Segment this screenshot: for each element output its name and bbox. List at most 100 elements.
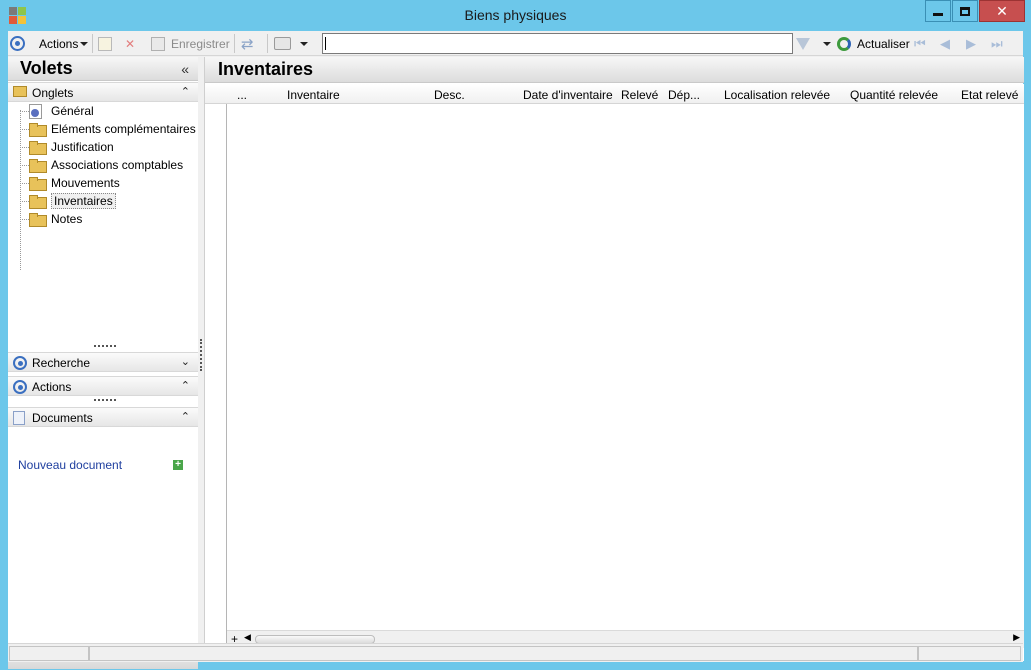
chevron-up-double-icon: ⌃: [180, 86, 190, 98]
column-header[interactable]: Relevé: [621, 88, 658, 102]
title-bar[interactable]: Biens physiques ✕: [0, 0, 1031, 31]
section-resize-grip[interactable]: [94, 399, 116, 401]
first-record-icon: ⏮: [914, 35, 926, 51]
grid-header-row: ... Inventaire Desc. Date d'inventaire R…: [205, 84, 1024, 104]
tabs-section-header[interactable]: Onglets ⌃: [8, 82, 198, 102]
printer-icon: [274, 37, 291, 50]
panels-pane: Volets « Onglets ⌃ Général Eléments comp…: [8, 57, 198, 669]
toolbar: Actions ✕ Enregistrer ⇄ Actualiser ⏮ ◀ ▶…: [8, 31, 1023, 56]
target-ring-icon: [13, 380, 27, 394]
tree-item-label: Général: [51, 104, 94, 118]
status-cell: [918, 646, 1021, 661]
collapse-pane-button[interactable]: «: [181, 61, 189, 77]
actions-section-label: Actions: [32, 380, 72, 394]
panels-header: Volets «: [8, 57, 198, 81]
column-header[interactable]: Quantité relevée: [850, 88, 938, 102]
print-button[interactable]: [274, 34, 308, 53]
minimize-button[interactable]: [925, 0, 951, 22]
folder-open-icon: [29, 195, 47, 209]
column-header[interactable]: Desc.: [434, 88, 465, 102]
tree-item-mouvements[interactable]: Mouvements: [29, 174, 120, 192]
sync-button[interactable]: ⇄: [241, 34, 254, 53]
maximize-button[interactable]: [952, 0, 978, 22]
previous-record-button[interactable]: ◀: [940, 34, 950, 53]
save-label: Enregistrer: [171, 36, 230, 51]
documents-section-header[interactable]: Documents ⌃: [8, 407, 198, 427]
column-header[interactable]: ...: [237, 88, 247, 102]
filter-icon: [796, 37, 810, 50]
chevron-up-double-icon: ⌃: [180, 411, 190, 423]
page-title: Inventaires: [218, 59, 314, 79]
app-window: Biens physiques ✕ Actions ✕ Enregistrer …: [0, 0, 1031, 670]
new-record-button[interactable]: [98, 34, 112, 53]
new-document-link[interactable]: Nouveau document: [18, 458, 122, 472]
folder-icon: [29, 213, 47, 227]
save-icon: [151, 36, 165, 51]
row-header-column: [205, 84, 227, 661]
tree-item-justification[interactable]: Justification: [29, 138, 114, 156]
actions-menu-label: Actions: [39, 36, 79, 51]
tree-item-elements-complementaires[interactable]: Eléments complémentaires: [29, 120, 196, 138]
status-cell: [89, 646, 918, 661]
tree-item-label: Eléments complémentaires: [51, 122, 196, 136]
column-header[interactable]: Inventaire: [287, 88, 340, 102]
refresh-label: Actualiser: [857, 36, 910, 51]
filter-button[interactable]: [796, 34, 831, 53]
search-section-header[interactable]: Recherche ⌄: [8, 352, 198, 372]
actions-section-header[interactable]: Actions ⌃: [8, 376, 198, 396]
splitter-grip[interactable]: [200, 339, 202, 371]
document-icon: [13, 411, 25, 425]
first-record-button[interactable]: ⏮: [914, 34, 926, 53]
close-icon: ✕: [996, 2, 1008, 19]
tree-connector: [20, 201, 29, 202]
save-button[interactable]: Enregistrer: [151, 34, 230, 53]
tree-item-label: Justification: [51, 140, 114, 154]
sync-icon: ⇄: [241, 35, 254, 53]
column-header[interactable]: Etat relevé: [961, 88, 1018, 102]
section-resize-grip[interactable]: [94, 345, 116, 347]
options-ring-button[interactable]: [10, 34, 25, 53]
tabs-section-label: Onglets: [32, 86, 74, 100]
chevron-up-double-icon: ⌃: [180, 380, 190, 392]
column-header[interactable]: Date d'inventaire: [523, 88, 613, 102]
inventory-grid[interactable]: ... Inventaire Desc. Date d'inventaire R…: [205, 84, 1024, 661]
next-record-button[interactable]: ▶: [966, 34, 976, 53]
next-record-icon: ▶: [966, 35, 976, 51]
column-header[interactable]: Dép...: [668, 88, 700, 102]
folder-icon: [29, 123, 47, 137]
tree-item-general[interactable]: Général: [29, 102, 94, 120]
text-caret: [325, 37, 326, 50]
last-record-button[interactable]: ⏭: [991, 34, 1003, 53]
add-icon[interactable]: +: [173, 460, 183, 470]
scroll-right-icon[interactable]: ▶: [1013, 632, 1020, 643]
tree-connector: [20, 183, 29, 184]
tree-item-inventaires[interactable]: Inventaires: [29, 192, 116, 210]
chevron-down-icon: [80, 41, 89, 46]
target-ring-icon: [10, 36, 25, 51]
refresh-icon: [837, 36, 851, 51]
close-window-button[interactable]: ✕: [979, 0, 1025, 22]
actions-menu-button[interactable]: Actions: [39, 34, 89, 53]
minimize-icon: [933, 12, 943, 16]
tree-item-associations-comptables[interactable]: Associations comptables: [29, 156, 183, 174]
scroll-left-icon[interactable]: ◀: [244, 632, 251, 643]
last-record-icon: ⏭: [991, 35, 1003, 51]
documents-section-label: Documents: [32, 411, 93, 425]
toolbar-separator: [92, 34, 93, 53]
chevron-down-icon: [300, 41, 308, 46]
search-input[interactable]: [322, 33, 793, 54]
maximize-icon: [960, 6, 970, 16]
tree-item-notes[interactable]: Notes: [29, 210, 82, 228]
tree-connector: [20, 165, 29, 166]
new-record-icon: [98, 36, 112, 51]
tree-connector: [20, 129, 29, 130]
column-header[interactable]: Localisation relevée: [724, 88, 830, 102]
folder-icon: [29, 159, 47, 173]
folder-icon: [29, 177, 47, 191]
settings-doc-icon: [29, 103, 42, 119]
refresh-button[interactable]: Actualiser: [837, 34, 910, 53]
main-pane: Inventaires ... Inventaire Desc. Date d'…: [204, 57, 1024, 661]
toolbar-separator: [267, 34, 268, 53]
toolbar-separator: [234, 34, 235, 53]
delete-button[interactable]: ✕: [125, 34, 135, 53]
